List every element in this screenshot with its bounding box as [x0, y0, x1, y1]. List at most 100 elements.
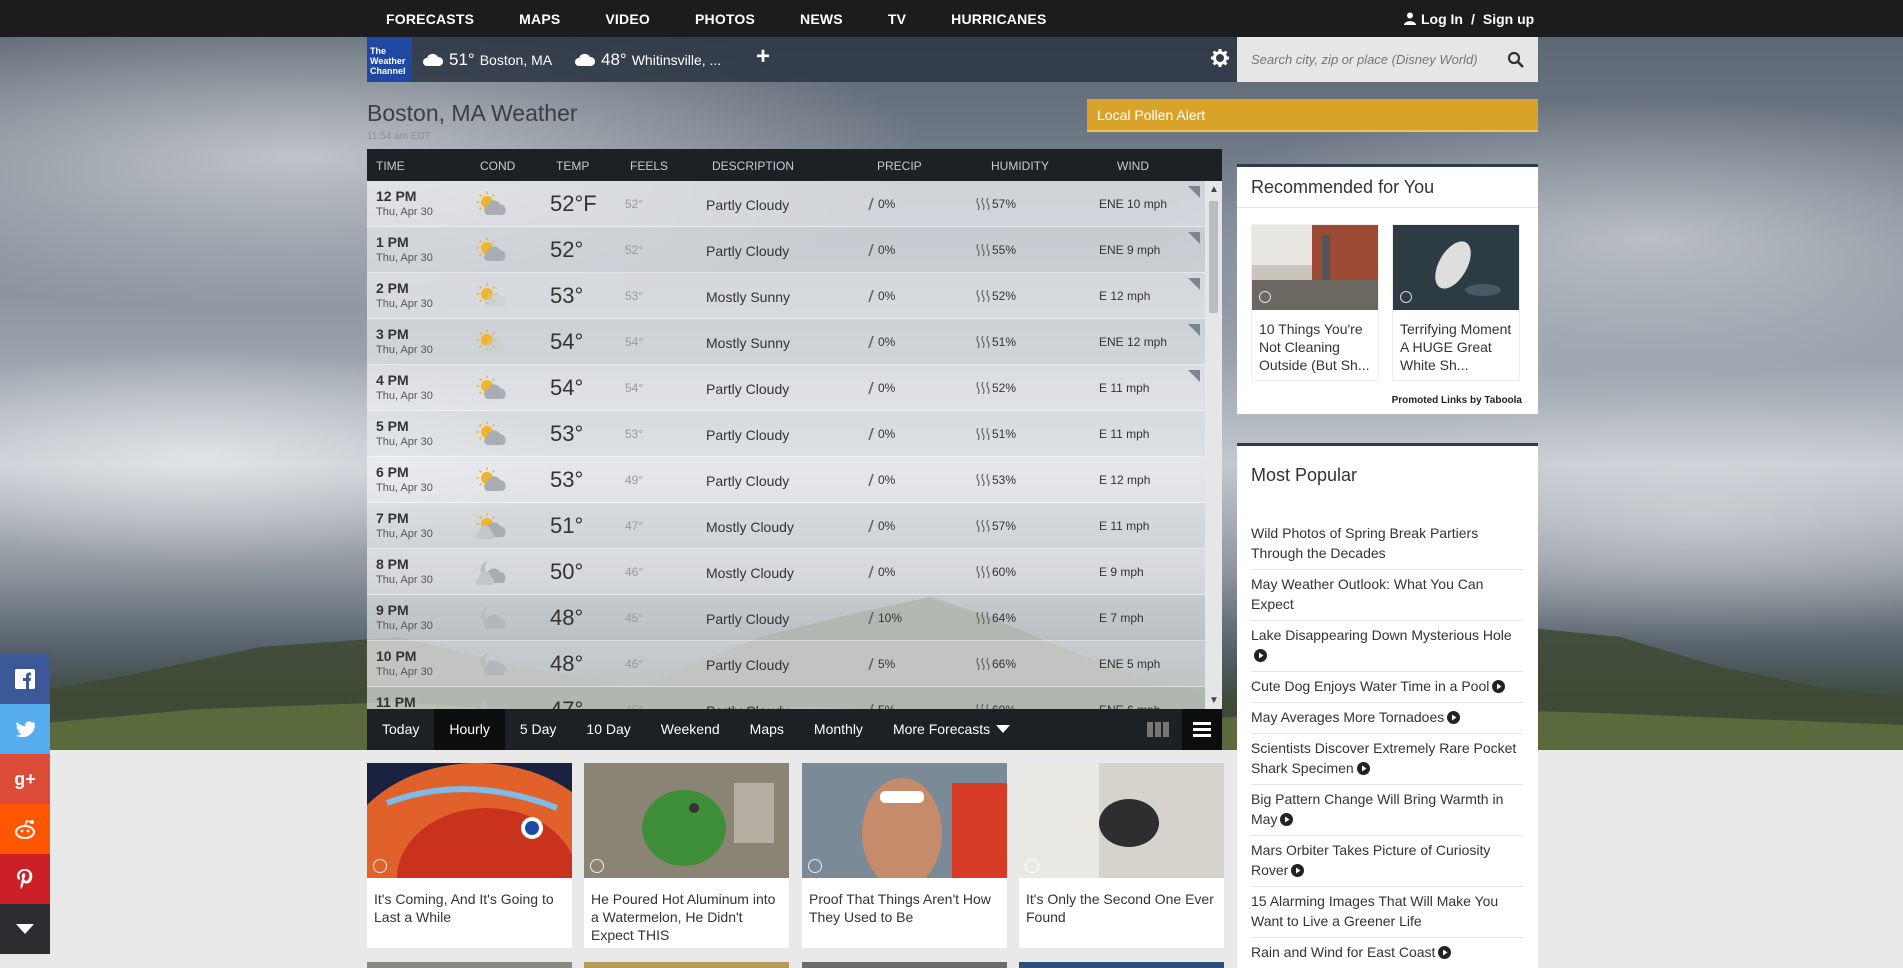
row-temp: 53° [550, 283, 584, 308]
login-link[interactable]: Log In [1421, 11, 1463, 27]
gear-icon[interactable] [1211, 49, 1229, 67]
raindrop-icon [868, 658, 874, 670]
news-tile-image-partial[interactable] [802, 962, 1007, 968]
row-date: Thu, Apr 30 [376, 528, 433, 540]
news-tile[interactable]: It's Only the Second One Ever Found [1019, 763, 1224, 948]
hourly-forecast-table: TIME COND TEMP FEELS DESCRIPTION PRECIP … [367, 149, 1222, 709]
expand-corner-icon[interactable] [1188, 370, 1200, 382]
scroll-down-icon[interactable]: ▼ [1209, 695, 1219, 706]
popular-item[interactable]: Rain and Wind for East Coast [1251, 938, 1523, 968]
table-row[interactable]: 7 PM Thu, Apr 30 51° 47° Mostly Cloudy 0% 57% E… [367, 503, 1205, 549]
table-row[interactable]: 11 PMThu, Apr 3047°45°Partly Cloudy5%69%… [367, 687, 1205, 709]
pollen-alert-banner[interactable]: Local Pollen Alert [1087, 99, 1538, 132]
row-date: Thu, Apr 30 [376, 298, 433, 310]
expand-corner-icon[interactable] [1188, 324, 1200, 336]
popular-item[interactable]: May Weather Outlook: What You Can Expect [1251, 570, 1523, 621]
nav-video[interactable]: VIDEO [605, 0, 650, 37]
row-humidity: 57% [976, 197, 1016, 211]
logo-line-1: The [370, 46, 387, 56]
tile-caption: He Poured Hot Aluminum into a Watermelon… [591, 891, 776, 943]
nav-tv[interactable]: TV [888, 0, 906, 37]
news-tile[interactable]: He Poured Hot Aluminum into a Watermelon… [584, 763, 789, 948]
tab-weekend[interactable]: Weekend [646, 709, 735, 750]
pinterest-share-button[interactable] [0, 854, 50, 904]
row-time: 6 PM [376, 464, 409, 480]
row-feels: 47° [625, 519, 644, 533]
popular-item[interactable]: May Averages More Tornadoes [1251, 703, 1523, 734]
grid-view-icon[interactable] [1147, 722, 1169, 737]
search-icon[interactable] [1507, 51, 1524, 68]
row-time: 8 PM [376, 556, 409, 572]
table-scrollbar[interactable]: ▲ ▼ [1205, 181, 1222, 709]
popular-item[interactable]: Scientists Discover Extremely Rare Pocke… [1251, 734, 1523, 785]
scroll-up-icon[interactable]: ▲ [1209, 184, 1219, 195]
table-row[interactable]: 8 PM Thu, Apr 30 50° 46° Mostly Cloudy 0% 60% E… [367, 549, 1205, 595]
news-tile[interactable]: Proof That Things Aren't How They Used t… [802, 763, 1007, 948]
tab-10-day[interactable]: 10 Day [571, 709, 645, 750]
facebook-icon [15, 669, 35, 689]
nav-photos[interactable]: PHOTOS [695, 0, 755, 37]
table-row[interactable]: 1 PM Thu, Apr 30 52° 52° Partly Cloudy 0% 55% E… [367, 227, 1205, 273]
popular-item[interactable]: Lake Disappearing Down Mysterious Hole [1251, 621, 1523, 672]
nav-forecasts[interactable]: FORECASTS [386, 0, 474, 37]
nav-maps[interactable]: MAPS [519, 0, 560, 37]
weather-channel-logo[interactable]: The Weather Channel [367, 37, 412, 82]
scrollbar-thumb[interactable] [1209, 201, 1218, 313]
nav-news[interactable]: NEWS [800, 0, 843, 37]
table-row[interactable]: 3 PM Thu, Apr 30 54° 54° Mostly Sunny 0% 51% EN… [367, 319, 1205, 365]
news-tile[interactable]: It's Coming, And It's Going to Last a Wh… [337, 763, 617, 968]
news-tile-image-partial[interactable] [367, 962, 572, 968]
expand-corner-icon[interactable] [1188, 186, 1200, 198]
news-tile-image-partial[interactable] [584, 962, 789, 968]
tab-more-forecasts[interactable]: More Forecasts [878, 709, 1025, 750]
list-view-button[interactable] [1182, 709, 1222, 750]
popular-item[interactable]: Big Pattern Change Will Bring Warmth in … [1251, 785, 1523, 836]
expand-corner-icon[interactable] [1188, 232, 1200, 244]
add-location-icon[interactable]: + [756, 43, 770, 71]
promoted-links-label[interactable]: Promoted Links by Taboola [1392, 395, 1522, 406]
popular-item-text: May Averages More Tornadoes [1251, 709, 1445, 725]
popular-item[interactable]: Cute Dog Enjoys Water Time in a Pool [1251, 672, 1523, 703]
table-row[interactable]: 9 PM Thu, Apr 30 48° 45° Partly Cloudy 10% 64%… [367, 595, 1205, 641]
search-input[interactable] [1251, 52, 1503, 67]
play-circle-icon [1280, 813, 1294, 826]
expand-corner-icon[interactable] [1188, 278, 1200, 290]
tab-today[interactable]: Today [367, 709, 434, 750]
play-circle-icon [1356, 762, 1370, 775]
twitter-share-button[interactable] [0, 704, 50, 754]
tab-hourly[interactable]: Hourly [434, 709, 505, 750]
nav-hurricanes[interactable]: HURRICANES [951, 0, 1046, 37]
facebook-share-button[interactable] [0, 654, 50, 704]
most-popular-list: Wild Photos of Spring Break Partiers Thr… [1251, 519, 1523, 968]
auth-links: Log In / Sign up [1404, 0, 1534, 37]
news-tile-image-partial[interactable] [1019, 962, 1224, 968]
header-precip: PRECIP [877, 159, 922, 173]
tile-caption: Proof That Things Aren't How They Used t… [809, 891, 991, 925]
table-row[interactable]: 4 PM Thu, Apr 30 54° 54° Partly Cloudy 0% 52% E… [367, 365, 1205, 411]
signup-link[interactable]: Sign up [1483, 11, 1534, 27]
table-row[interactable]: 10 PM Thu, Apr 30 48° 46° Partly Cloudy 5% 66%… [367, 641, 1205, 687]
recommended-card[interactable]: Terrifying Moment A HUGE Great White Sh.… [1392, 224, 1520, 381]
popular-item[interactable]: Mars Orbiter Takes Picture of Curiosity … [1251, 836, 1523, 887]
popular-item-text: Wild Photos of Spring Break Partiers Thr… [1251, 525, 1479, 561]
tab-maps[interactable]: Maps [735, 709, 799, 750]
popular-item[interactable]: 15 Alarming Images That Will Make You Wa… [1251, 887, 1523, 938]
tab-monthly[interactable]: Monthly [799, 709, 878, 750]
chevron-down-icon [16, 924, 34, 934]
reddit-share-button[interactable] [0, 804, 50, 854]
table-row[interactable]: 2 PM Thu, Apr 30 53° 53° Mostly Sunny 0% 52% E … [367, 273, 1205, 319]
tab-5-day[interactable]: 5 Day [505, 709, 572, 750]
row-humidity: 51% [976, 427, 1016, 441]
table-row[interactable]: 6 PM Thu, Apr 30 53° 49° Partly Cloudy 0% 53% E… [367, 457, 1205, 503]
popular-item[interactable]: Wild Photos of Spring Break Partiers Thr… [1251, 519, 1523, 570]
precip-value: 0% [878, 335, 896, 349]
header-description: DESCRIPTION [712, 159, 795, 173]
top-nav: FORECASTS MAPS VIDEO PHOTOS NEWS TV HURR… [0, 0, 1903, 37]
recommended-card[interactable]: 10 Things You're Not Cleaning Outside (B… [1251, 224, 1379, 381]
saved-location-boston[interactable]: 51° Boston, MA [423, 37, 552, 82]
google-plus-share-button[interactable]: g+ [0, 754, 50, 804]
table-row[interactable]: 12 PM Thu, Apr 30 52°F 52° Partly Cloudy 0% 57… [367, 181, 1205, 227]
saved-location-whitinsville[interactable]: 48° Whitinsville, ... [575, 37, 721, 82]
table-row[interactable]: 5 PM Thu, Apr 30 53° 53° Partly Cloudy 0% 51% E… [367, 411, 1205, 457]
more-share-button[interactable] [0, 904, 50, 954]
